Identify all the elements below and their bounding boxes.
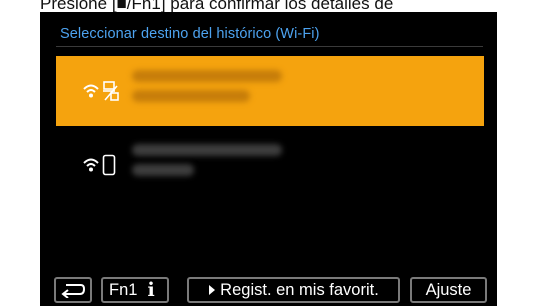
- blurred-text: [132, 90, 250, 102]
- blurred-text: [132, 144, 282, 156]
- history-item-1[interactable]: [56, 56, 484, 126]
- fn1-info-button[interactable]: Fn1 i: [101, 277, 169, 303]
- history-item-2[interactable]: [56, 130, 484, 200]
- fn1-label: Fn1: [109, 281, 138, 299]
- wifi-icon: [83, 158, 99, 172]
- smartphone-icon: [102, 154, 116, 176]
- history-item-1-details: [132, 70, 282, 110]
- blurred-text: [132, 164, 194, 176]
- info-icon: i: [147, 279, 155, 301]
- settings-button[interactable]: Ajuste: [410, 277, 487, 303]
- screen-title: Seleccionar destino del histórico (Wi-Fi…: [60, 26, 320, 42]
- wifi-icon: [83, 84, 99, 98]
- add-favorites-button[interactable]: Regist. en mis favorit.: [187, 277, 400, 303]
- history-item-2-details: [132, 144, 282, 184]
- back-button[interactable]: [54, 277, 92, 303]
- camera-screen: Seleccionar destino del histórico (Wi-Fi…: [40, 12, 497, 306]
- bottom-button-bar: Fn1 i Regist. en mis favorit. Ajuste: [40, 274, 497, 306]
- return-arrow-icon: [61, 284, 86, 298]
- add-favorites-label: Regist. en mis favorit.: [220, 281, 379, 299]
- pc-link-icon: [103, 81, 119, 101]
- settings-label: Ajuste: [425, 281, 472, 299]
- title-divider: [56, 46, 483, 47]
- blurred-text: [132, 70, 282, 82]
- play-triangle-icon: [209, 285, 216, 295]
